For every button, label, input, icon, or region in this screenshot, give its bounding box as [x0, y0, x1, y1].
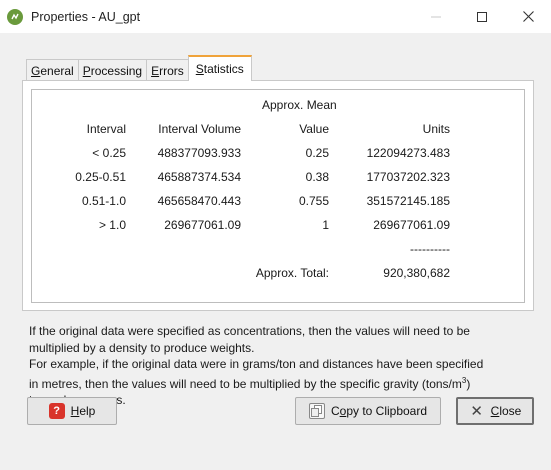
copy-button-label: Copy to Clipboard: [330, 404, 428, 418]
statistics-panel: Approx. Mean Interval Interval Volume Va…: [22, 80, 534, 311]
row-3-units: 351572145.185: [366, 194, 450, 208]
statistics-table: Approx. Mean Interval Interval Volume Va…: [31, 89, 525, 303]
note-line-4: in metres, then the values will need to …: [29, 373, 534, 393]
title-bar: Properties - AU_gpt: [0, 0, 551, 33]
row-4-volume: 269677061.09: [164, 218, 241, 232]
maximize-button[interactable]: [459, 0, 505, 33]
total-label: Approx. Total:: [255, 266, 329, 280]
minimize-button[interactable]: [413, 0, 459, 33]
close-x-icon: ✕: [470, 403, 483, 420]
header-value: Value: [299, 122, 329, 136]
close-button-label: Close: [490, 404, 522, 418]
approx-mean-header: Approx. Mean: [262, 98, 337, 112]
row-2-units: 177037202.323: [366, 170, 450, 184]
dialog-body: General Processing Errors Statistics App…: [0, 33, 551, 470]
tab-general-label: General: [31, 63, 74, 78]
row-2-interval: 0.25-0.51: [75, 170, 126, 184]
close-button[interactable]: ✕ Close: [456, 397, 534, 425]
tab-general[interactable]: General: [26, 59, 79, 81]
help-button-label: Help: [70, 404, 96, 418]
note-line-3: For example, if the original data were i…: [29, 357, 484, 371]
header-interval-volume: Interval Volume: [158, 122, 241, 136]
tab-errors[interactable]: Errors: [146, 59, 189, 81]
tab-errors-label: Errors: [151, 63, 184, 78]
note-line-4-end: ): [466, 376, 471, 391]
help-button[interactable]: ? Help: [27, 397, 117, 425]
header-interval: Interval: [86, 122, 126, 136]
row-1-value: 0.25: [305, 146, 329, 160]
window-title: Properties - AU_gpt: [31, 9, 141, 24]
row-2-value: 0.38: [305, 170, 329, 184]
row-1-volume: 488377093.933: [157, 146, 241, 160]
tab-bar: General Processing Errors Statistics: [26, 55, 252, 81]
row-4-units: 269677061.09: [373, 218, 450, 232]
row-3-volume: 465658470.443: [157, 194, 241, 208]
help-note: If the original data were specified as c…: [29, 323, 534, 409]
total-separator: ----------: [410, 242, 450, 256]
copy-to-clipboard-button[interactable]: Copy to Clipboard: [295, 397, 441, 425]
row-2-volume: 465887374.534: [157, 170, 241, 184]
help-icon: ?: [48, 403, 65, 419]
app-logo-icon: [7, 8, 23, 25]
row-3-value: 0.755: [298, 194, 329, 208]
row-1-interval: < 0.25: [92, 146, 126, 160]
row-4-value: 1: [322, 218, 329, 232]
tab-processing-label: Processing: [82, 63, 143, 78]
note-line-4-text: in metres, then the values will need to …: [29, 376, 462, 391]
row-3-interval: 0.51-1.0: [81, 194, 126, 208]
window-close-button[interactable]: [505, 0, 551, 33]
row-1-units: 122094273.483: [366, 146, 450, 160]
note-line-1: If the original data were specified as c…: [29, 324, 470, 338]
note-line-2: multiplied by a density to produce weigh…: [29, 340, 255, 355]
tab-statistics-label: Statistics: [195, 62, 244, 76]
tab-processing[interactable]: Processing: [77, 59, 148, 81]
total-value: 920,380,682: [383, 266, 450, 280]
row-4-interval: > 1.0: [98, 218, 126, 232]
header-units: Units: [422, 122, 450, 136]
copy-icon: [308, 403, 325, 419]
tab-statistics[interactable]: Statistics: [187, 55, 252, 81]
